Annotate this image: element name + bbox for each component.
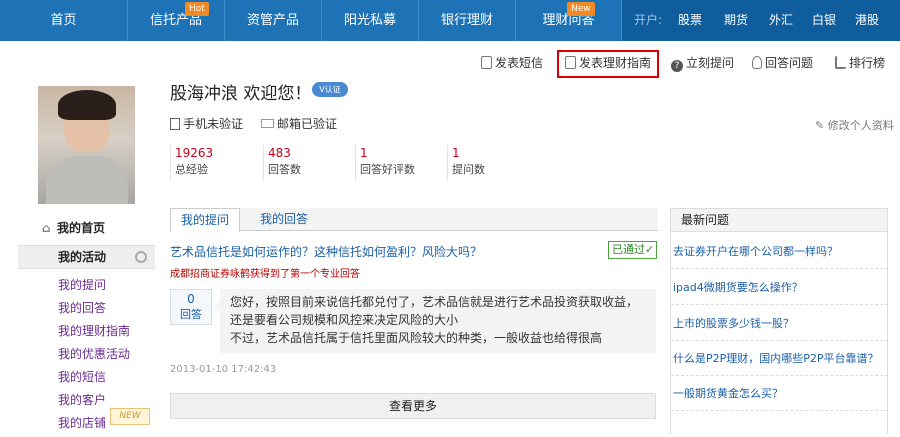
stat-good-answers: 1 回答好评数 [355,145,415,181]
answer-line: 不过，艺术品信托属于信托里面风险较大的种类，一般收益也给得很高 [230,331,603,345]
stat-questions: 1 提问数 [447,145,485,181]
stat-label: 提问数 [452,163,485,176]
nav-silver[interactable]: 白银 [812,0,836,41]
post-sms-button[interactable]: 发表短信 [481,54,543,72]
answer-label: 回答问题 [765,56,814,70]
nav-asset[interactable]: 资管产品 [225,0,322,41]
stat-label: 回答数 [268,163,301,176]
nav-forex[interactable]: 外汇 [769,0,793,41]
page-title: 股海冲浪 欢迎您！ [170,84,312,104]
account-label: 开户: [634,13,663,27]
phone-status: 手机未验证 [170,115,243,132]
answer-button[interactable]: 回答问题 [752,54,813,72]
stat-experience: 19263 总经验 [170,145,213,181]
latest-question-link[interactable]: 一般期货黄金怎么买？ [671,385,888,401]
divider [671,340,888,341]
lightbulb-icon [752,56,762,69]
ranking-button[interactable]: 排行榜 [835,54,885,72]
answer-line: 还是要看公司规模和风控来决定风险的大小 [230,313,459,327]
edit-profile-label: 修改个人资料 [827,119,894,132]
email-status-label: 邮箱已验证 [277,117,338,131]
latest-question-link[interactable]: 上市的股票多少钱一股？ [671,315,888,331]
sidebar-home[interactable]: ⌂ 我的首页 [42,219,105,236]
divider [671,304,888,305]
sidebar-item-my-sms[interactable]: 我的短信 [58,368,130,391]
stat-value: 19263 [175,146,214,160]
sidebar-activity-label: 我的活动 [58,250,107,264]
stat-value: 483 [268,146,291,160]
avatar-shirt [46,156,128,204]
nav-account-bar: 开户: 股票 期货 外汇 白银 港股 [622,0,900,41]
stat-value: 1 [452,146,460,160]
nav-private[interactable]: 阳光私募 [322,0,419,41]
phone-status-label: 手机未验证 [183,117,244,131]
sidebar-item-my-promotions[interactable]: 我的优惠活动 [58,345,130,368]
latest-question-link[interactable]: ipad4微期货要怎么操作？ [671,279,888,295]
new-tag: NEW [110,408,150,425]
nav-home-label: 首页 [50,13,77,28]
nav-futures[interactable]: 期货 [724,0,748,41]
stat-label: 回答好评数 [360,163,415,176]
collapse-icon[interactable] [135,251,147,263]
answer-count-label: 回答 [180,308,202,321]
nav-home[interactable]: 首页 [0,0,128,41]
tab-my-questions[interactable]: 我的提问 [170,208,241,232]
stat-answers: 483 回答数 [263,145,301,181]
question-date: 2013-01-10 17:42:43 [170,364,277,375]
chart-icon [835,56,846,69]
content-tabs: 我的提问 我的回答 [170,208,658,232]
highlight-box [557,50,659,78]
status-badge: 已通过✓ [608,241,657,259]
ask-label: 立刻提问 [686,56,735,70]
tab-my-answers[interactable]: 我的回答 [250,208,318,231]
bubble-tip [214,301,220,313]
phone-icon [481,56,492,69]
nav-bank[interactable]: 银行理财 [419,0,516,41]
edit-profile-link[interactable]: ✎ 修改个人资料 [815,117,894,133]
ask-button[interactable]: ? 立刻提问 [671,54,734,72]
mail-icon [261,119,274,128]
sidebar-item-my-guides[interactable]: 我的理财指南 [58,322,130,345]
answer-count: 0 [187,292,195,306]
check-icon: ✓ [645,243,655,256]
answer-line: 您好，按照目前来说信托都兑付了，艺术品信就是进行艺术品投资获取收益， [230,295,639,309]
nav-bank-label: 银行理财 [440,13,493,28]
sidebar-item-my-questions[interactable]: 我的提问 [58,276,130,299]
sidebar-home-label: 我的首页 [57,221,106,235]
question-title-link[interactable]: 艺术品信托是如何运作的？这种信托如何盈利？风险大吗？ [170,243,482,260]
mobile-icon [170,118,180,130]
stat-label: 总经验 [175,163,208,176]
latest-question-link[interactable]: 什么是P2P理财，国内哪些P2P平台靠谱？ [671,350,888,366]
nav-hk-stock[interactable]: 港股 [855,0,879,41]
divider [671,375,888,376]
question-meta: 成都招商证券咏鹤获得到了第一个专业回答 [170,269,360,280]
nav-stock[interactable]: 股票 [678,0,702,41]
email-status: 邮箱已验证 [261,115,337,132]
question-icon: ? [671,60,683,72]
divider [671,268,888,269]
nav-asset-label: 资管产品 [246,13,299,28]
sidebar-activity-header[interactable]: 我的活动 [18,245,155,269]
home-icon: ⌂ [42,221,51,235]
verified-badge: V认证 [312,82,348,97]
view-more-button[interactable]: 查看更多 [170,393,656,419]
answer-preview: 您好，按照目前来说信托都兑付了，艺术品信就是进行艺术品投资获取收益， 还是要看公… [214,289,656,353]
hot-badge: Hot [185,2,209,16]
top-nav: 首页 信托产品 Hot 资管产品 阳光私募 银行理财 理财问答 New 开户: … [0,0,900,41]
nav-trust[interactable]: 信托产品 [128,0,225,41]
latest-questions-title: 最新问题 [671,209,887,232]
avatar-hair [58,90,116,120]
avatar[interactable] [38,86,135,204]
stat-value: 1 [360,146,368,160]
sidebar-item-my-answers[interactable]: 我的回答 [58,299,130,322]
divider [671,410,888,411]
ranking-label: 排行榜 [849,56,886,70]
latest-questions-panel: 最新问题 去证券开户在哪个公司都一样吗？ ipad4微期货要怎么操作？ 上市的股… [670,208,888,434]
post-sms-label: 发表短信 [495,56,544,70]
nav-private-label: 阳光私募 [343,13,396,28]
status-label: 已通过 [612,243,645,256]
latest-question-link[interactable]: 去证券开户在哪个公司都一样吗？ [671,243,888,259]
new-badge: New [567,2,595,16]
answer-count-box: 0 回答 [170,289,212,325]
